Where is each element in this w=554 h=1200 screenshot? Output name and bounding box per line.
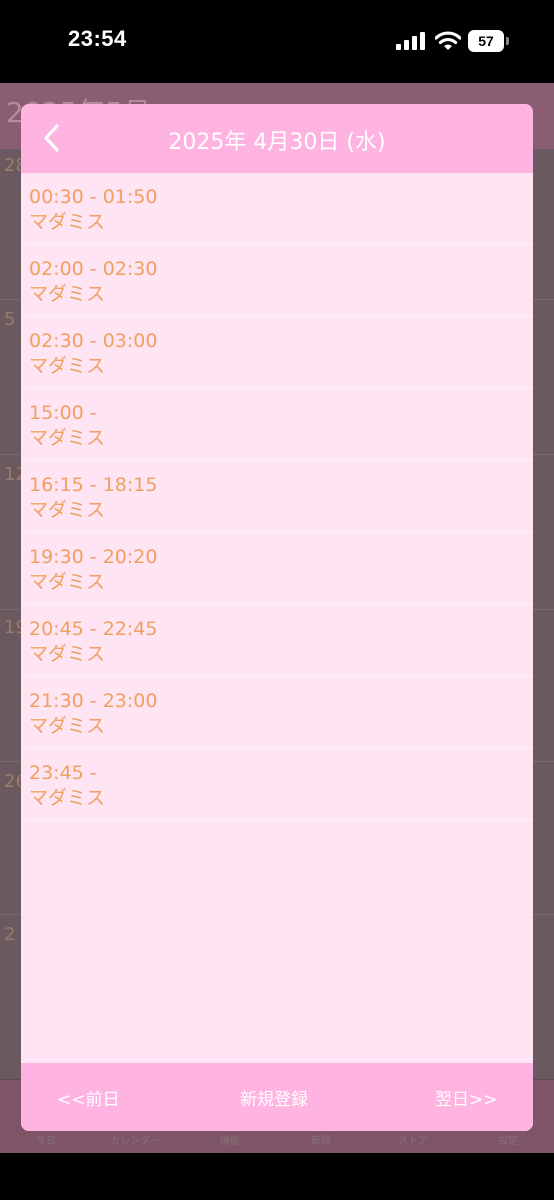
- tab-features[interactable]: 機能: [220, 1132, 240, 1147]
- event-title: マダミス: [29, 283, 106, 305]
- event-time: 02:30 - 03:00: [29, 330, 158, 352]
- battery-icon: 57: [468, 30, 510, 52]
- status-time: 23:54: [68, 26, 127, 51]
- event-title: マダミス: [29, 643, 106, 665]
- calendar-day-number: 2: [4, 924, 16, 945]
- event-time: 21:30 - 23:00: [29, 690, 158, 712]
- event-item[interactable]: 15:00 - マダミス: [21, 389, 533, 461]
- event-time: 16:15 - 18:15: [29, 474, 158, 496]
- event-time: 02:00 - 02:30: [29, 258, 158, 280]
- day-detail-modal: 2025年 4月30日 (水) 00:30 - 01:50 マダミス 02:00…: [21, 104, 533, 1131]
- event-item[interactable]: 00:30 - 01:50 マダミス: [21, 173, 533, 245]
- event-title: マダミス: [29, 787, 106, 809]
- event-item[interactable]: 23:45 - マダミス: [21, 749, 533, 821]
- event-title: マダミス: [29, 571, 106, 593]
- event-time: 23:45 -: [29, 762, 97, 784]
- tab-store[interactable]: ストア: [398, 1132, 428, 1147]
- battery-tip: [506, 37, 509, 45]
- prev-day-button[interactable]: <<前日: [57, 1085, 120, 1110]
- event-title: マダミス: [29, 715, 106, 737]
- event-item[interactable]: 02:30 - 03:00 マダミス: [21, 317, 533, 389]
- event-item[interactable]: 21:30 - 23:00 マダミス: [21, 677, 533, 749]
- event-title: マダミス: [29, 499, 106, 521]
- modal-title: 2025年 4月30日 (水): [168, 130, 386, 155]
- wifi-icon: [435, 31, 461, 50]
- event-item[interactable]: 20:45 - 22:45 マダミス: [21, 605, 533, 677]
- event-list: 00:30 - 01:50 マダミス 02:00 - 02:30 マダミス 02…: [21, 173, 533, 821]
- signal-icon: [396, 32, 425, 50]
- event-time: 19:30 - 20:20: [29, 546, 158, 568]
- tab-settings[interactable]: 設定: [498, 1132, 518, 1147]
- event-item[interactable]: 16:15 - 18:15 マダミス: [21, 461, 533, 533]
- event-time: 00:30 - 01:50: [29, 186, 158, 208]
- modal-footer: <<前日 新規登録 翌日>>: [21, 1063, 533, 1131]
- screen: 23:54 57 2025年5月 28 5 12 19: [0, 0, 554, 1200]
- event-title: マダミス: [29, 211, 106, 233]
- event-item[interactable]: 19:30 - 20:20 マダミス: [21, 533, 533, 605]
- event-time: 15:00 -: [29, 402, 97, 424]
- modal-header: 2025年 4月30日 (水): [21, 104, 533, 173]
- status-bar: 23:54 57: [0, 0, 554, 83]
- event-time: 20:45 - 22:45: [29, 618, 158, 640]
- battery-level: 57: [468, 30, 504, 52]
- event-item[interactable]: 02:00 - 02:30 マダミス: [21, 245, 533, 317]
- tab-new[interactable]: 新規: [311, 1132, 331, 1147]
- calendar-day-number: 5: [4, 309, 16, 330]
- next-day-button[interactable]: 翌日>>: [435, 1085, 498, 1110]
- tab-calendar[interactable]: カレンダー: [110, 1132, 160, 1147]
- event-title: マダミス: [29, 427, 106, 449]
- new-event-button[interactable]: 新規登録: [240, 1085, 308, 1110]
- tab-today[interactable]: 今日: [36, 1132, 56, 1147]
- event-title: マダミス: [29, 355, 106, 377]
